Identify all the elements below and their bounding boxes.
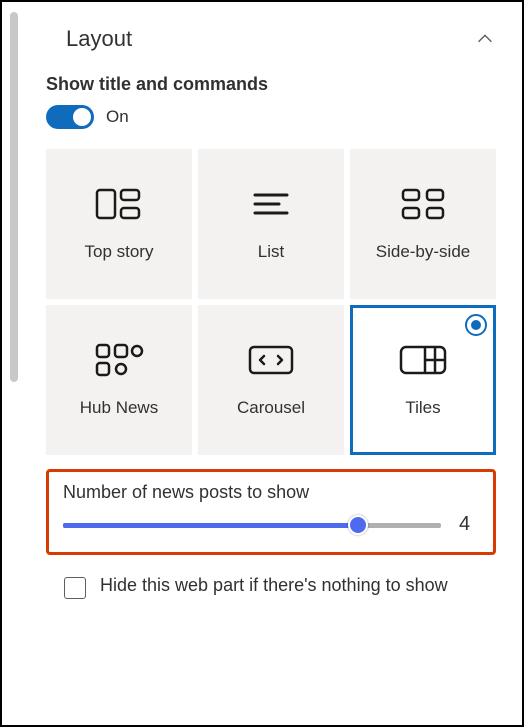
toggle-state-label: On [106,107,129,127]
scrollbar-thumb[interactable] [10,12,18,382]
carousel-icon [243,342,299,378]
hide-empty-label: Hide this web part if there's nothing to… [100,573,448,598]
slider-thumb[interactable] [348,515,368,535]
section-title: Layout [66,26,132,52]
layout-label: Top story [85,242,154,262]
layout-panel: Layout Show title and commands On Top st… [30,6,512,615]
toggle-heading: Show title and commands [46,74,496,95]
hide-empty-row: Hide this web part if there's nothing to… [46,573,496,599]
layout-grid: Top story List Side-by-si [46,149,496,455]
side-by-side-icon [395,186,451,222]
slider-fill [63,523,358,528]
tiles-icon [395,342,451,378]
slider-row: 4 [63,513,479,536]
selected-radio-icon [465,314,487,336]
section-header[interactable]: Layout [46,18,496,70]
show-title-toggle[interactable] [46,105,94,129]
layout-label: List [258,242,284,262]
layout-label: Hub News [80,398,158,418]
toggle-row: On [46,105,496,129]
layout-option-tiles[interactable]: Tiles [350,305,496,455]
layout-label: Carousel [237,398,305,418]
posts-count-section: Number of news posts to show 4 [46,469,496,555]
layout-option-side-by-side[interactable]: Side-by-side [350,149,496,299]
hide-empty-checkbox[interactable] [64,577,86,599]
layout-option-list[interactable]: List [198,149,344,299]
posts-count-slider[interactable] [63,515,441,535]
slider-label: Number of news posts to show [63,482,479,503]
layout-label: Tiles [405,398,440,418]
chevron-up-icon [474,28,496,50]
slider-value: 4 [459,513,479,536]
toggle-knob [73,108,91,126]
list-icon [243,186,299,222]
top-story-icon [91,186,147,222]
layout-option-carousel[interactable]: Carousel [198,305,344,455]
hub-news-icon [91,342,147,378]
layout-label: Side-by-side [376,242,471,262]
layout-option-hub-news[interactable]: Hub News [46,305,192,455]
layout-option-top-story[interactable]: Top story [46,149,192,299]
